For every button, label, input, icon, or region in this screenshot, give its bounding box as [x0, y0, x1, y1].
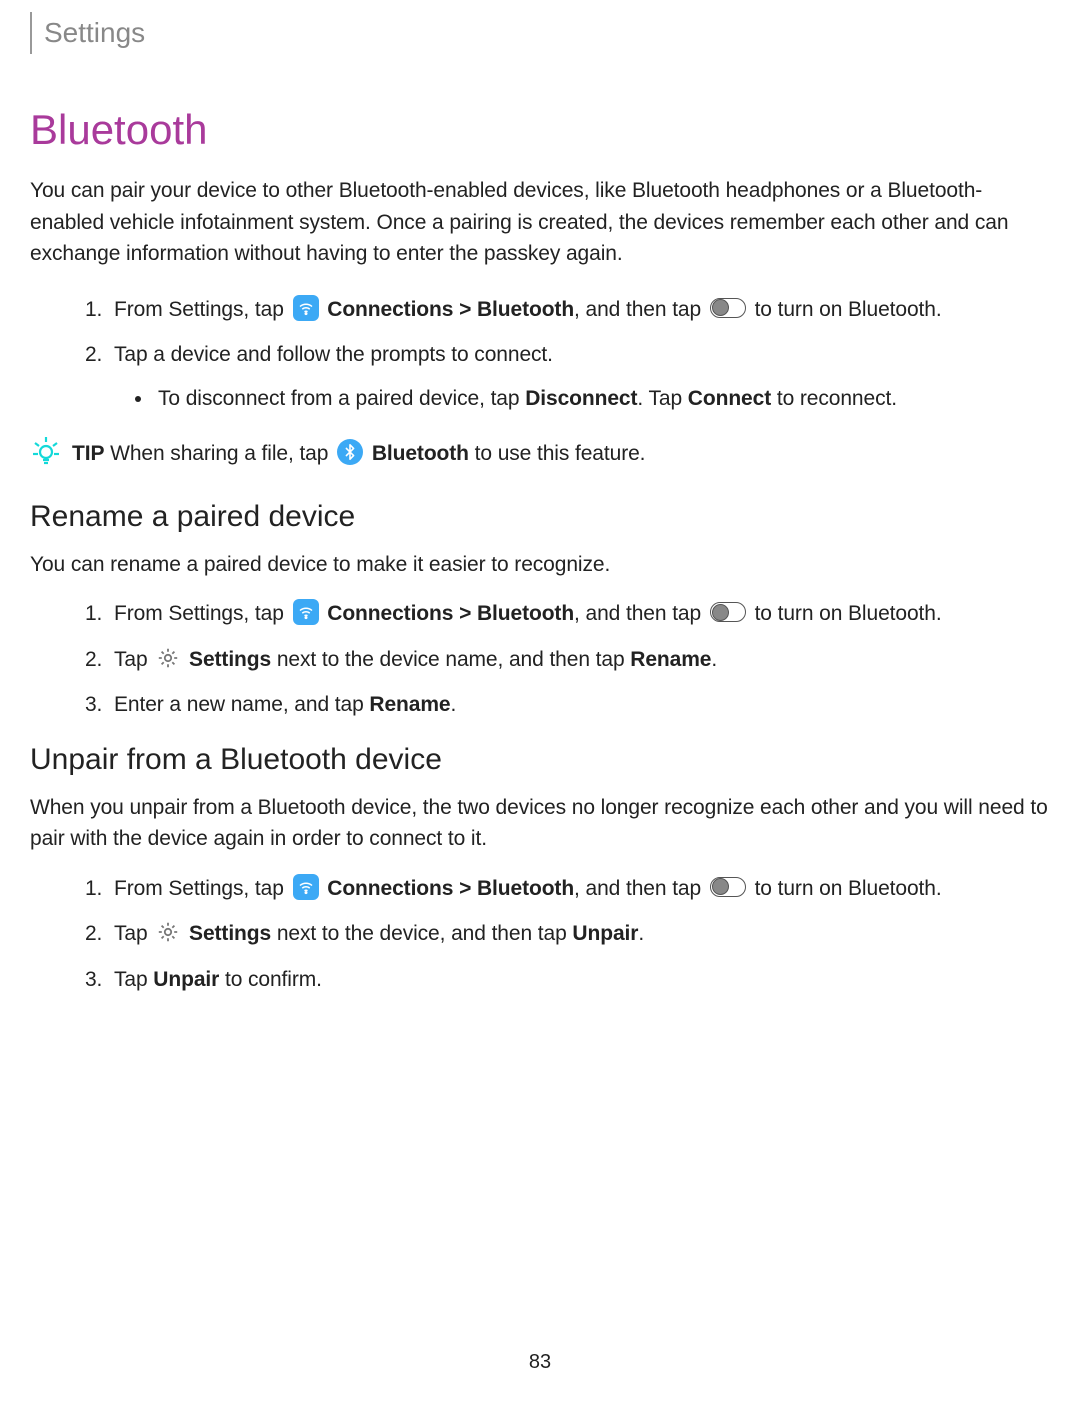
rename-step-3: Enter a new name, and tap Rename. [108, 689, 1050, 721]
unpair-step-1: From Settings, tap Connections > Bluetoo… [108, 873, 1050, 905]
step-2: Tap a device and follow the prompts to c… [108, 339, 1050, 414]
wifi-icon [293, 874, 319, 900]
toggle-off-icon [710, 877, 746, 897]
gear-icon [156, 646, 180, 670]
unpair-steps: From Settings, tap Connections > Bluetoo… [30, 873, 1050, 996]
rename-intro: You can rename a paired device to make i… [30, 549, 1050, 581]
tip-text: TIP When sharing a file, tap Bluetooth t… [72, 434, 645, 470]
bluetooth-label: Bluetooth [372, 442, 469, 465]
rename-label: Rename [630, 648, 711, 671]
breadcrumb-text: Settings [44, 17, 145, 48]
settings-label: Settings [189, 648, 271, 671]
intro-paragraph: You can pair your device to other Blueto… [30, 175, 1050, 270]
unpair-label: Unpair [153, 968, 219, 991]
connections-path: Connections > Bluetooth [327, 877, 574, 900]
bluetooth-icon [337, 439, 363, 465]
step-2-sub: To disconnect from a paired device, tap … [114, 383, 1050, 415]
step-1: From Settings, tap Connections > Bluetoo… [108, 294, 1050, 326]
rename-label: Rename [369, 693, 450, 716]
unpair-label: Unpair [572, 922, 638, 945]
step-2-sub-item: To disconnect from a paired device, tap … [154, 383, 1050, 415]
page-title: Bluetooth [30, 98, 1050, 161]
toggle-off-icon [710, 602, 746, 622]
connect-label: Connect [688, 387, 771, 410]
rename-steps: From Settings, tap Connections > Bluetoo… [30, 598, 1050, 721]
main-steps: From Settings, tap Connections > Bluetoo… [30, 294, 1050, 415]
breadcrumb: Settings [30, 12, 1050, 54]
settings-label: Settings [189, 922, 271, 945]
page-number: 83 [529, 1347, 551, 1377]
unpair-heading: Unpair from a Bluetooth device [30, 737, 1050, 782]
lightbulb-icon [30, 434, 62, 466]
tip-block: TIP When sharing a file, tap Bluetooth t… [30, 434, 1050, 470]
unpair-step-3: Tap Unpair to confirm. [108, 964, 1050, 996]
disconnect-label: Disconnect [525, 387, 637, 410]
unpair-step-2: Tap Settings next to the device, and the… [108, 918, 1050, 950]
wifi-icon [293, 295, 319, 321]
connections-path: Connections > Bluetooth [327, 298, 574, 321]
tip-label: TIP [72, 442, 104, 465]
unpair-intro: When you unpair from a Bluetooth device,… [30, 792, 1050, 855]
gear-icon [156, 920, 180, 944]
wifi-icon [293, 599, 319, 625]
rename-heading: Rename a paired device [30, 494, 1050, 539]
toggle-off-icon [710, 298, 746, 318]
rename-step-2: Tap Settings next to the device name, an… [108, 644, 1050, 676]
connections-path: Connections > Bluetooth [327, 602, 574, 625]
rename-step-1: From Settings, tap Connections > Bluetoo… [108, 598, 1050, 630]
